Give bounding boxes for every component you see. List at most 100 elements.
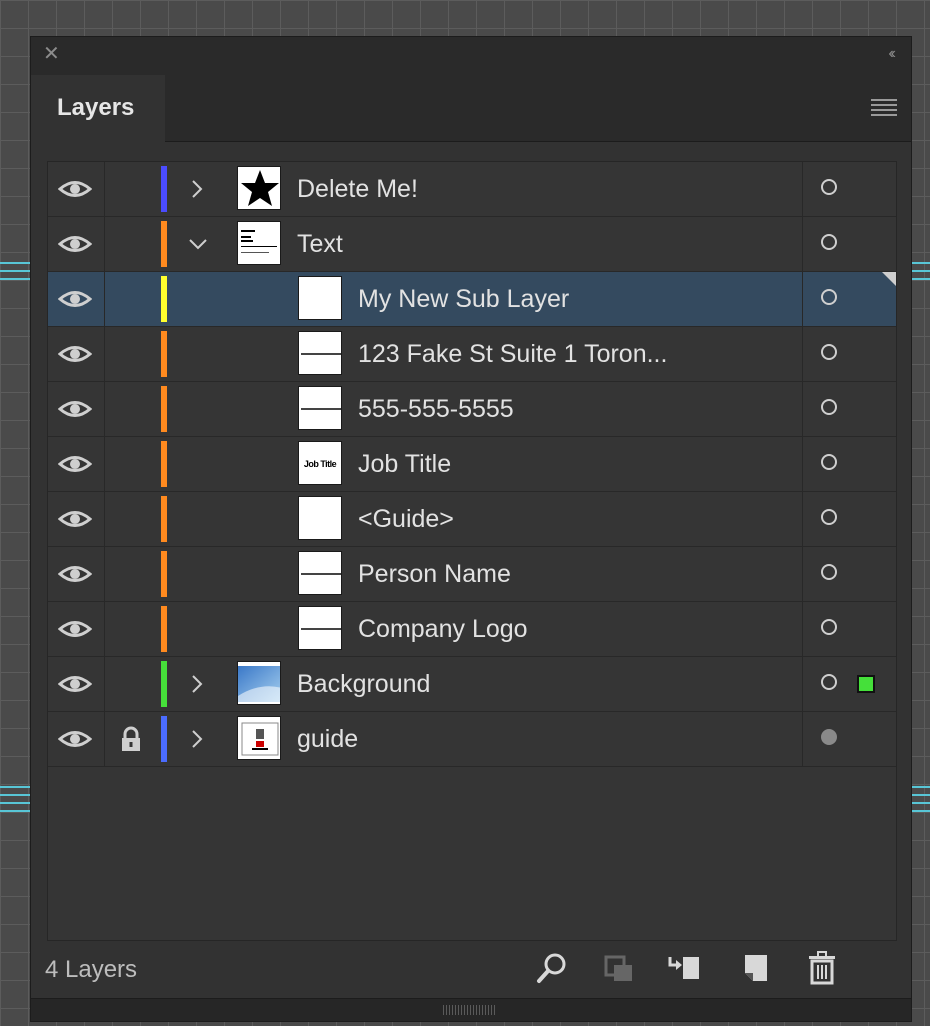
target-circle-icon[interactable]: [821, 564, 837, 580]
eye-icon[interactable]: [57, 234, 93, 259]
lock-toggle[interactable]: [104, 437, 158, 491]
layer-name[interactable]: <Guide>: [358, 492, 454, 546]
eye-icon[interactable]: [57, 729, 93, 754]
layer-name[interactable]: Company Logo: [358, 602, 528, 656]
target-circle-icon[interactable]: [821, 179, 837, 195]
target-cell[interactable]: [802, 437, 896, 491]
eye-icon[interactable]: [57, 509, 93, 534]
layer-name[interactable]: Background: [297, 657, 430, 711]
panel-titlebar[interactable]: ✕ ‹‹: [31, 37, 911, 75]
sublayer-row[interactable]: 123 Fake St Suite 1 Toron...: [48, 327, 896, 382]
eye-icon[interactable]: [57, 619, 93, 644]
lock-toggle[interactable]: [104, 492, 158, 546]
canvas-guide-left: [0, 262, 30, 264]
lock-toggle[interactable]: [104, 547, 158, 601]
collapse-panel-icon[interactable]: ‹‹: [888, 45, 895, 63]
eye-icon[interactable]: [57, 344, 93, 369]
target-cell[interactable]: [802, 327, 896, 381]
tab-layers[interactable]: Layers: [31, 75, 165, 142]
target-circle-icon[interactable]: [821, 234, 837, 250]
visibility-toggle[interactable]: [48, 492, 105, 546]
eye-icon[interactable]: [57, 399, 93, 424]
lock-toggle[interactable]: [104, 657, 158, 711]
layer-name[interactable]: guide: [297, 712, 358, 766]
sublayer-row[interactable]: <Guide>: [48, 492, 896, 547]
target-cell[interactable]: [802, 492, 896, 546]
layer-row[interactable]: Delete Me!: [48, 162, 896, 217]
create-new-layer-icon[interactable]: [739, 951, 773, 985]
target-circle-icon[interactable]: [821, 289, 837, 305]
lock-toggle[interactable]: [104, 327, 158, 381]
delete-icon[interactable]: [805, 951, 839, 985]
target-cell[interactable]: [802, 217, 896, 271]
layer-name[interactable]: 555-555-5555: [358, 382, 514, 436]
chevron-right-icon[interactable]: [190, 728, 204, 755]
target-cell[interactable]: [802, 547, 896, 601]
visibility-toggle[interactable]: [48, 382, 105, 436]
create-sublayer-icon[interactable]: [667, 951, 701, 985]
target-cell[interactable]: [802, 657, 896, 711]
target-cell[interactable]: [802, 382, 896, 436]
target-circle-icon[interactable]: [821, 509, 837, 525]
sublayer-row[interactable]: Person Name: [48, 547, 896, 602]
chevron-right-icon[interactable]: [190, 178, 204, 205]
chevron-down-icon[interactable]: [187, 233, 209, 260]
visibility-toggle[interactable]: [48, 437, 105, 491]
eye-icon[interactable]: [57, 179, 93, 204]
layer-name[interactable]: 123 Fake St Suite 1 Toron...: [358, 327, 667, 381]
eye-icon[interactable]: [57, 454, 93, 479]
visibility-toggle[interactable]: [48, 162, 105, 216]
target-circle-icon[interactable]: [821, 344, 837, 360]
target-cell[interactable]: [802, 602, 896, 656]
eye-icon[interactable]: [57, 674, 93, 699]
close-icon[interactable]: ✕: [43, 44, 60, 64]
sublayer-row[interactable]: Company Logo: [48, 602, 896, 657]
search-icon[interactable]: [535, 951, 569, 985]
layer-name[interactable]: Job Title: [358, 437, 451, 491]
visibility-toggle[interactable]: [48, 217, 105, 271]
selection-indicator-icon[interactable]: [857, 675, 875, 693]
lock-toggle[interactable]: [104, 217, 158, 271]
resize-grip[interactable]: [443, 1005, 495, 1015]
lock-toggle[interactable]: [104, 602, 158, 656]
target-circle-icon[interactable]: [821, 454, 837, 470]
visibility-toggle[interactable]: [48, 547, 105, 601]
lock-toggle[interactable]: [104, 382, 158, 436]
lock-toggle[interactable]: [104, 272, 158, 326]
lock-toggle[interactable]: [104, 162, 158, 216]
eye-icon[interactable]: [57, 289, 93, 314]
visibility-toggle[interactable]: [48, 272, 105, 326]
target-circle-icon[interactable]: [821, 619, 837, 635]
panel-resize-bar[interactable]: [31, 998, 911, 1021]
canvas-guide-right: [912, 270, 930, 272]
eye-icon[interactable]: [57, 564, 93, 589]
layer-row[interactable]: Text: [48, 217, 896, 272]
layer-name[interactable]: Text: [297, 217, 343, 271]
layer-thumbnail: [298, 276, 342, 320]
lock-toggle[interactable]: [104, 712, 158, 766]
visibility-toggle[interactable]: [48, 327, 105, 381]
layer-color-bar: [161, 716, 167, 762]
layer-thumbnail: [237, 166, 281, 210]
layer-color-bar: [161, 221, 167, 267]
sublayer-row[interactable]: Job Title Job Title: [48, 437, 896, 492]
target-circle-icon[interactable]: [821, 729, 837, 745]
layer-row[interactable]: Background: [48, 657, 896, 712]
layer-name[interactable]: Delete Me!: [297, 162, 418, 216]
target-cell[interactable]: [802, 712, 896, 766]
target-cell[interactable]: [802, 162, 896, 216]
lock-icon[interactable]: [119, 726, 143, 757]
target-circle-icon[interactable]: [821, 674, 837, 690]
layer-row[interactable]: guide: [48, 712, 896, 767]
make-clipping-mask-icon[interactable]: [603, 951, 637, 985]
chevron-right-icon[interactable]: [190, 673, 204, 700]
panel-menu-icon[interactable]: [871, 99, 897, 117]
layer-name[interactable]: My New Sub Layer: [358, 272, 569, 326]
sublayer-row[interactable]: My New Sub Layer: [48, 272, 896, 327]
visibility-toggle[interactable]: [48, 657, 105, 711]
layer-name[interactable]: Person Name: [358, 547, 511, 601]
target-circle-icon[interactable]: [821, 399, 837, 415]
visibility-toggle[interactable]: [48, 602, 105, 656]
visibility-toggle[interactable]: [48, 712, 105, 766]
sublayer-row[interactable]: 555-555-5555: [48, 382, 896, 437]
